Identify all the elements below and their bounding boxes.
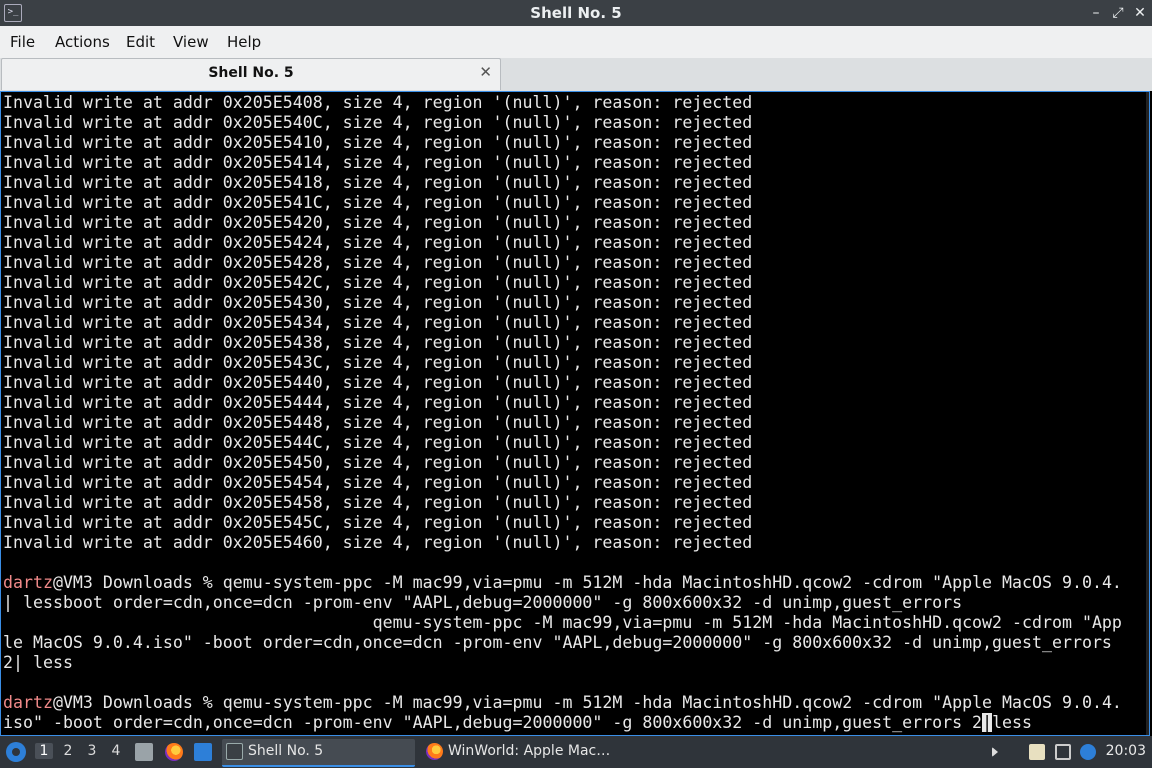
error-line: Invalid write at addr 0x205E5414, size 4… [3, 153, 753, 172]
command-line: le MacOS 9.0.4.iso" -boot order=cdn,once… [3, 633, 1112, 652]
menu-bar: File Actions Edit View Help [0, 26, 1152, 59]
tab-close-icon[interactable]: ✕ [479, 63, 492, 81]
task-shell-5[interactable]: Shell No. 5 [222, 739, 415, 767]
prompt-user: dartz [3, 573, 53, 592]
error-line: Invalid write at addr 0x205E5438, size 4… [3, 333, 753, 352]
menu-actions[interactable]: Actions [55, 33, 110, 51]
menu-edit[interactable]: Edit [126, 33, 155, 51]
error-line: Invalid write at addr 0x205E5454, size 4… [3, 473, 753, 492]
firefox-launcher-icon[interactable] [165, 743, 183, 761]
taskbar: 1 2 3 4 Shell No. 5 WinWorld: Apple Mac…… [0, 736, 1152, 768]
prompt-host-dir: @VM3 Downloads % [52, 693, 223, 712]
firefox-icon [426, 743, 443, 760]
command-line: iso" -boot order=cdn,once=dcn -prom-env … [3, 713, 983, 732]
close-button[interactable]: ✕ [1130, 3, 1150, 23]
error-line: Invalid write at addr 0x205E5448, size 4… [3, 413, 753, 432]
network-icon[interactable] [1055, 744, 1071, 760]
error-line: Invalid write at addr 0x205E545C, size 4… [3, 513, 753, 532]
tab-label: Shell No. 5 [208, 65, 294, 81]
minimize-button[interactable]: – [1086, 3, 1106, 23]
error-line: Invalid write at addr 0x205E5444, size 4… [3, 393, 753, 412]
show-desktop-icon[interactable] [194, 743, 212, 761]
terminal-icon [226, 743, 243, 760]
error-line: Invalid write at addr 0x205E544C, size 4… [3, 433, 753, 452]
error-line: Invalid write at addr 0x205E5434, size 4… [3, 313, 753, 332]
command-line: 2| less [3, 653, 73, 672]
menu-help[interactable]: Help [227, 33, 261, 51]
terminal-scrollbar[interactable] [1146, 92, 1149, 735]
error-line: Invalid write at addr 0x205E5410, size 4… [3, 133, 753, 152]
clipboard-icon[interactable] [1029, 744, 1045, 760]
clock[interactable]: 20:03 [1106, 743, 1146, 759]
window-titlebar: >_ Shell No. 5 – ⤢ ✕ [0, 0, 1152, 26]
maximize-button[interactable]: ⤢ [1108, 3, 1128, 23]
menu-file[interactable]: File [10, 33, 35, 51]
error-line: Invalid write at addr 0x205E5458, size 4… [3, 493, 753, 512]
menu-view[interactable]: View [173, 33, 209, 51]
error-line: Invalid write at addr 0x205E5430, size 4… [3, 293, 753, 312]
command-line: qemu-system-ppc -M mac99,via=pmu -m 512M… [3, 613, 1122, 632]
error-line: Invalid write at addr 0x205E5428, size 4… [3, 253, 753, 272]
command-line: qemu-system-ppc -M mac99,via=pmu -m 512M… [222, 573, 1122, 592]
text-cursor: | [982, 713, 993, 732]
notification-icon[interactable] [1080, 744, 1096, 760]
error-line: Invalid write at addr 0x205E5440, size 4… [3, 373, 753, 392]
error-line: Invalid write at addr 0x205E5424, size 4… [3, 233, 753, 252]
error-line: Invalid write at addr 0x205E5420, size 4… [3, 213, 753, 232]
task-label: Shell No. 5 [248, 743, 324, 759]
terminal-text: Invalid write at addr 0x205E5408, size 4… [3, 93, 1122, 733]
workspace-4[interactable]: 4 [107, 743, 125, 759]
terminal-output[interactable]: Invalid write at addr 0x205E5408, size 4… [0, 91, 1150, 736]
window-title: Shell No. 5 [530, 4, 622, 22]
command-line: qemu-system-ppc -M mac99,via=pmu -m 512M… [222, 693, 1122, 712]
error-line: Invalid write at addr 0x205E5408, size 4… [3, 93, 753, 112]
workspace-3[interactable]: 3 [83, 743, 101, 759]
error-line: Invalid write at addr 0x205E5460, size 4… [3, 533, 753, 552]
error-line: Invalid write at addr 0x205E5418, size 4… [3, 173, 753, 192]
prompt-user: dartz [3, 693, 53, 712]
error-line: Invalid write at addr 0x205E543C, size 4… [3, 353, 753, 372]
workspace-1[interactable]: 1 [35, 743, 53, 759]
app-launcher-icon[interactable] [6, 742, 26, 762]
error-line: Invalid write at addr 0x205E540C, size 4… [3, 113, 753, 132]
volume-icon[interactable] [992, 747, 998, 757]
tab-shell-5[interactable]: Shell No. 5 ✕ [1, 58, 501, 90]
error-line: Invalid write at addr 0x205E542C, size 4… [3, 273, 753, 292]
command-line: less [992, 713, 1033, 732]
prompt-host-dir: @VM3 Downloads % [52, 573, 223, 592]
tab-bar: Shell No. 5 ✕ [0, 58, 1152, 91]
file-manager-icon[interactable] [135, 743, 153, 761]
error-line: Invalid write at addr 0x205E541C, size 4… [3, 193, 753, 212]
command-line: | lessboot order=cdn,once=dcn -prom-env … [3, 593, 963, 612]
task-winworld[interactable]: WinWorld: Apple Mac… [422, 739, 632, 765]
workspace-2[interactable]: 2 [59, 743, 77, 759]
task-label: WinWorld: Apple Mac… [448, 743, 611, 759]
error-line: Invalid write at addr 0x205E5450, size 4… [3, 453, 753, 472]
